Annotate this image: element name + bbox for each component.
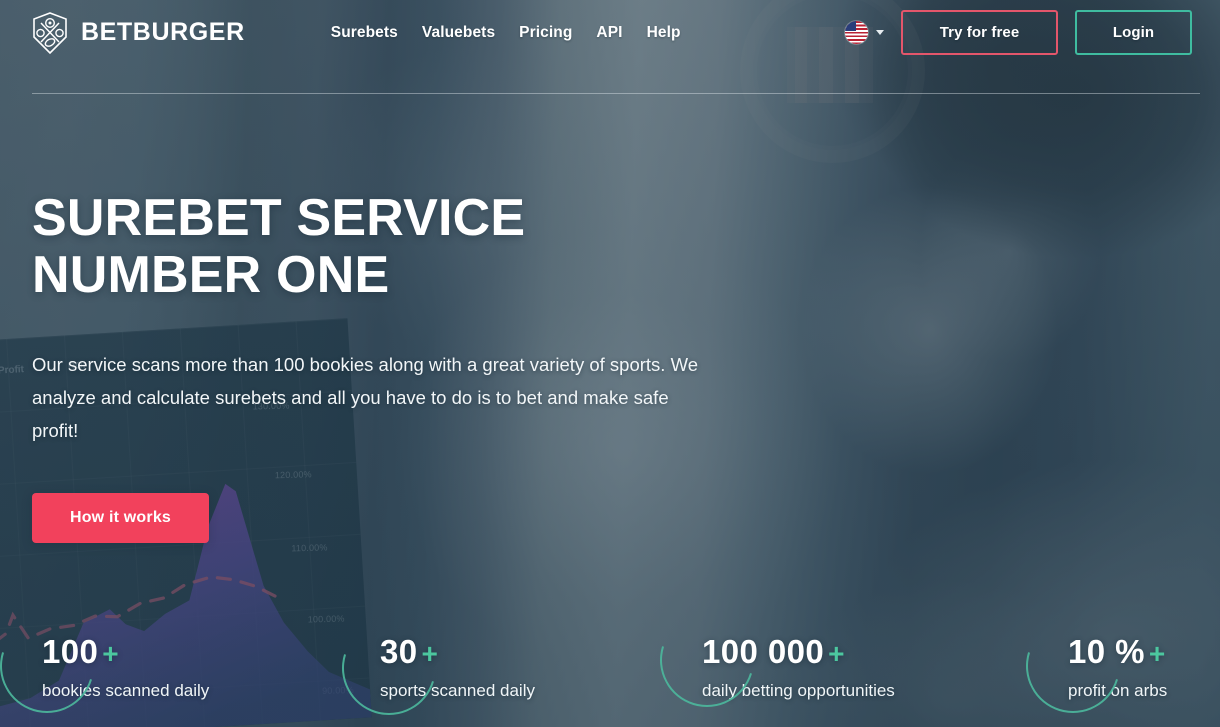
language-selector[interactable] (845, 21, 884, 44)
hero-title: SUREBET SERVICE NUMBER ONE (32, 190, 732, 304)
site-header: BETBURGER Surebets Valuebets Pricing API… (0, 0, 1220, 94)
chevron-down-icon (876, 30, 884, 35)
brand-logo[interactable]: BETBURGER (30, 11, 245, 55)
nav-item-surebets[interactable]: Surebets (331, 24, 398, 42)
stat-daily-betting-opportunities: 100 000 + daily betting opportunities (643, 596, 1020, 727)
arc-decoration-icon (1009, 602, 1137, 727)
shield-sports-icon (33, 11, 67, 54)
nav-item-api[interactable]: API (596, 24, 622, 42)
header-actions: Try for free Login (845, 10, 1192, 55)
stat-plus: + (102, 637, 120, 669)
stat-plus: + (1148, 637, 1166, 669)
brand-name: BETBURGER (81, 18, 245, 46)
stat-label: daily betting opportunities (702, 680, 895, 700)
login-button[interactable]: Login (1075, 10, 1192, 55)
stats-row: 100 + bookies scanned daily 30 + sports sc… (0, 596, 1220, 727)
nav-item-help[interactable]: Help (647, 24, 681, 42)
try-for-free-button[interactable]: Try for free (901, 10, 1058, 55)
us-flag-icon (845, 21, 868, 44)
main-navigation: Surebets Valuebets Pricing API Help (331, 24, 681, 42)
hero-section: Total Profit ROI 130.00% 120.00% 110.00%… (0, 0, 1220, 727)
arc-decoration-icon (0, 602, 111, 727)
stat-sports-scanned: 30 + sports scanned daily (325, 604, 660, 727)
hero-title-line-1: SUREBET SERVICE (32, 189, 526, 247)
nav-item-pricing[interactable]: Pricing (519, 24, 572, 42)
how-it-works-button[interactable]: How it works (32, 493, 209, 543)
hero-title-line-2: NUMBER ONE (32, 246, 390, 304)
hero-subtitle: Our service scans more than 100 bookies … (32, 354, 698, 441)
hero-content: SUREBET SERVICE NUMBER ONE Our service s… (32, 190, 732, 543)
nav-item-valuebets[interactable]: Valuebets (422, 24, 495, 42)
arc-decoration-icon (325, 604, 453, 727)
stat-bookies-scanned: 100 + bookies scanned daily (0, 602, 340, 727)
stat-plus: + (828, 637, 845, 669)
stat-profit-on-arbs: 10 % + profit on arbs (1009, 602, 1220, 727)
header-divider (32, 93, 1200, 94)
arc-decoration-icon (643, 596, 771, 724)
